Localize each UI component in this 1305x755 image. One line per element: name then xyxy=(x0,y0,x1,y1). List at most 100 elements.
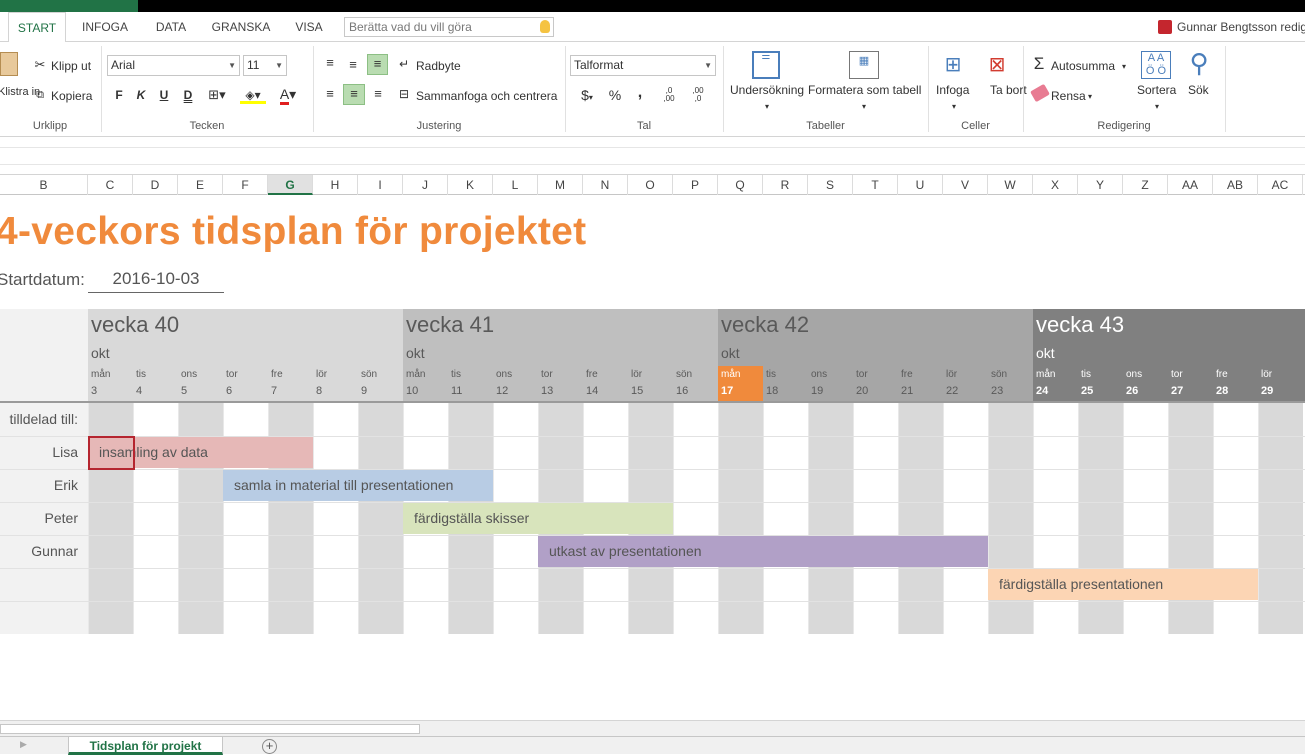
bold-button[interactable]: F xyxy=(112,86,126,104)
column-header-d[interactable]: D xyxy=(133,175,178,195)
column-header-ac[interactable]: AC xyxy=(1258,175,1303,195)
schedule-grid[interactable]: tilldelad till: Lisa Erik Peter Gunnar insaml… xyxy=(0,401,1305,634)
copy-button[interactable]: Kopiera xyxy=(51,89,92,103)
column-header-m[interactable]: M xyxy=(538,175,583,195)
sheet-tab[interactable]: Tidsplan för projekt xyxy=(68,737,223,755)
tell-me-search-input[interactable]: Berätta vad du vill göra xyxy=(344,17,554,37)
task-bar[interactable]: samla in material till presentationen xyxy=(223,470,493,501)
formula-bar[interactable] xyxy=(0,137,1305,175)
align-right-icon[interactable]: ≡ xyxy=(369,85,387,103)
cut-button[interactable]: Klipp ut xyxy=(51,59,91,73)
column-header-v[interactable]: V xyxy=(943,175,988,195)
day-name: ons xyxy=(181,369,198,380)
delete-cells-icon[interactable]: ⊠ xyxy=(982,51,1012,79)
align-bottom-icon[interactable]: ≡ xyxy=(367,54,388,75)
horizontal-scrollbar[interactable] xyxy=(0,720,1305,736)
insert-cells-icon[interactable]: ⊞ xyxy=(940,51,966,79)
sort-filter-button[interactable]: Sortera xyxy=(1137,83,1176,97)
paste-icon[interactable] xyxy=(0,52,18,76)
double-underline-button[interactable]: D xyxy=(181,86,195,104)
column-header-o[interactable]: O xyxy=(628,175,673,195)
worksheet[interactable]: 4-veckors tidsplan för projektet Startda… xyxy=(0,196,1305,720)
sheet-nav-arrow-icon[interactable]: ▶ xyxy=(20,739,27,750)
column-header-f[interactable]: F xyxy=(223,175,268,195)
tab-start[interactable]: START xyxy=(8,12,66,43)
find-icon[interactable]: ⚲ xyxy=(1184,48,1214,78)
format-as-table-button[interactable]: Formatera som tabell xyxy=(808,83,921,97)
increase-decimal-button[interactable]: ,0 ,00 xyxy=(659,87,679,103)
align-center-icon[interactable]: ≡ xyxy=(343,84,365,105)
column-header-q[interactable]: Q xyxy=(718,175,763,195)
column-header-r[interactable]: R xyxy=(763,175,808,195)
tab-data[interactable]: DATA xyxy=(144,12,198,42)
eraser-icon[interactable] xyxy=(1030,83,1050,103)
merge-center-icon[interactable]: ⊟ xyxy=(396,85,412,103)
task-bar[interactable]: utkast av presentationen xyxy=(538,536,988,567)
comma-button[interactable]: , xyxy=(632,84,648,102)
font-name-dropdown[interactable]: Arial ▼ xyxy=(107,55,240,76)
column-header-h[interactable]: H xyxy=(313,175,358,195)
tab-granska[interactable]: GRANSKA xyxy=(206,12,276,42)
autosum-icon[interactable]: Σ xyxy=(1030,55,1048,73)
column-header-y[interactable]: Y xyxy=(1078,175,1123,195)
insert-cells-button[interactable]: Infoga xyxy=(936,83,969,97)
copy-icon[interactable]: ⧉ xyxy=(32,86,48,104)
scrollbar-thumb[interactable] xyxy=(0,724,420,734)
column-header-b[interactable]: B xyxy=(0,175,88,195)
scissors-icon[interactable]: ✂ xyxy=(32,56,48,74)
clear-button[interactable]: Rensa xyxy=(1051,89,1086,103)
column-header-e[interactable]: E xyxy=(178,175,223,195)
start-date-value[interactable]: 2016-10-03 xyxy=(88,266,224,293)
font-size-dropdown[interactable]: 11 ▼ xyxy=(243,55,287,76)
delete-cells-label[interactable]: Ta bort xyxy=(990,83,1027,97)
align-left-icon[interactable]: ≡ xyxy=(321,85,339,103)
column-header-n[interactable]: N xyxy=(583,175,628,195)
column-header-p[interactable]: P xyxy=(673,175,718,195)
number-format-dropdown[interactable]: Talformat ▼ xyxy=(570,55,716,76)
fill-color-icon[interactable]: ◈▾ xyxy=(240,86,266,104)
wrap-text-icon[interactable]: ↵ xyxy=(396,55,412,73)
column-header-t[interactable]: T xyxy=(853,175,898,195)
column-header-k[interactable]: K xyxy=(448,175,493,195)
font-color-button[interactable]: A▾ xyxy=(275,85,301,105)
user-info[interactable]: Gunnar Bengtsson redigerar xyxy=(1158,12,1305,42)
tab-visa[interactable]: VISA xyxy=(284,12,334,42)
research-icon[interactable]: ☰ xyxy=(752,51,780,79)
research-button[interactable]: Undersökning xyxy=(730,83,804,97)
borders-icon[interactable]: ⊞▾ xyxy=(206,86,228,104)
format-as-table-icon[interactable]: ▦ xyxy=(849,51,879,79)
column-header-aa[interactable]: AA xyxy=(1168,175,1213,195)
column-header-l[interactable]: L xyxy=(493,175,538,195)
align-middle-icon[interactable]: ≡ xyxy=(344,56,362,74)
column-header-x[interactable]: X xyxy=(1033,175,1078,195)
column-header-s[interactable]: S xyxy=(808,175,853,195)
task-bar[interactable]: färdigställa skisser xyxy=(403,503,673,534)
merge-center-button[interactable]: Sammanfoga och centrera xyxy=(416,89,557,103)
decrease-decimal-button[interactable]: ,00 ,0 xyxy=(688,87,708,103)
tab-infoga[interactable]: INFOGA xyxy=(74,12,136,42)
column-header-u[interactable]: U xyxy=(898,175,943,195)
column-header-ab[interactable]: AB xyxy=(1213,175,1258,195)
autosum-button[interactable]: Autosumma xyxy=(1051,59,1115,73)
find-button[interactable]: Sök xyxy=(1188,83,1209,97)
wrap-text-button[interactable]: Radbyte xyxy=(416,59,461,73)
column-header-i[interactable]: I xyxy=(358,175,403,195)
formula-input[interactable] xyxy=(0,147,1305,165)
column-header-c[interactable]: C xyxy=(88,175,133,195)
currency-button[interactable]: $▾ xyxy=(575,86,599,107)
align-top-icon[interactable]: ≡ xyxy=(321,54,339,72)
add-sheet-icon[interactable]: + xyxy=(262,739,277,754)
column-header-w[interactable]: W xyxy=(988,175,1033,195)
column-header-j[interactable]: J xyxy=(403,175,448,195)
sort-filter-icon[interactable]: A AÖ Ö xyxy=(1141,51,1171,79)
column-header-z[interactable]: Z xyxy=(1123,175,1168,195)
percent-button[interactable]: % xyxy=(606,86,624,104)
underline-button[interactable]: U xyxy=(157,86,171,104)
selected-cell[interactable] xyxy=(88,436,135,470)
week-label: vecka 40 xyxy=(91,312,180,337)
day-name: fre xyxy=(586,369,598,380)
grid-vline xyxy=(808,403,809,634)
italic-button[interactable]: K xyxy=(134,86,148,104)
column-header-g[interactable]: G xyxy=(268,175,313,195)
task-bar[interactable]: färdigställa presentationen xyxy=(988,569,1258,600)
